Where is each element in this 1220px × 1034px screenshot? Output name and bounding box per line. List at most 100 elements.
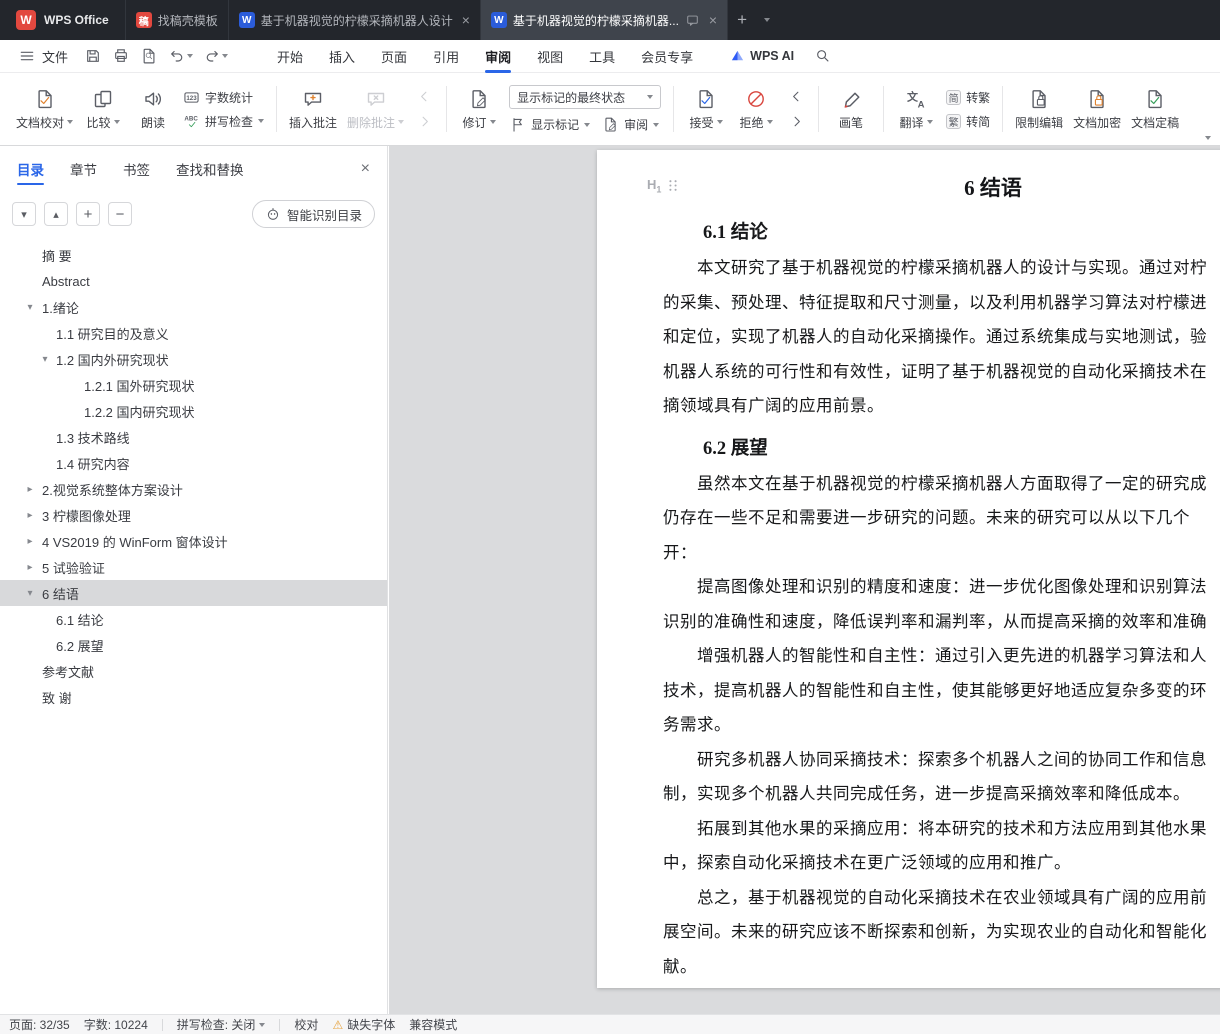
word-count-button[interactable]: 123 字数统计 (183, 89, 264, 106)
translate-button[interactable]: 文A 翻译 (891, 78, 941, 140)
toc-collapse-button[interactable]: − (108, 202, 132, 226)
review-pane-button[interactable]: 审阅 (602, 116, 660, 133)
next-comment-button[interactable] (414, 113, 434, 131)
chat-icon[interactable] (685, 13, 700, 28)
missing-font-warning[interactable]: ⚠ 缺失字体 (332, 1016, 395, 1033)
print-button[interactable] (108, 44, 134, 68)
restrict-editing-button[interactable]: 限制编辑 (1010, 78, 1068, 140)
toc-item-selected[interactable]: ▾ 6 结语 (0, 580, 387, 606)
document-body[interactable]: 6.1 结论 本文研究了基于机器视觉的柠檬采摘机器人的设计与实现。通过对柠 的采… (663, 208, 1220, 984)
tab-document-2-active[interactable]: W 基于机器视觉的柠檬采摘机器... × (479, 0, 728, 40)
word-count-status[interactable]: 字数: 10224 (84, 1016, 148, 1033)
toc-item[interactable]: ▸ 3 柠檬图像处理 (0, 502, 387, 528)
compare-button[interactable]: 比较 (78, 78, 128, 140)
previous-change-button[interactable] (786, 88, 806, 106)
tab-chapters[interactable]: 章节 (70, 146, 97, 192)
print-preview-button[interactable] (136, 44, 162, 68)
divider (161, 1018, 163, 1031)
wps-ai-logo-icon (732, 50, 744, 60)
tab-template-doc[interactable]: 稿 找稿壳模板 (124, 0, 228, 40)
tab-reference[interactable]: 引用 (420, 40, 472, 73)
tab-find-replace[interactable]: 查找和替换 (176, 146, 244, 192)
tab-tools[interactable]: 工具 (576, 40, 628, 73)
tab-document-1[interactable]: W 基于机器视觉的柠檬采摘机器人设计 × (227, 0, 480, 40)
wps-home-tab[interactable]: W WPS Office (0, 0, 125, 40)
proofread-button[interactable]: 校对 (294, 1016, 318, 1033)
page-indicator[interactable]: 页面: 32/35 (9, 1016, 70, 1033)
spellcheck-status[interactable]: 拼写检查: 关闭 (177, 1016, 266, 1033)
close-icon[interactable]: × (462, 13, 470, 27)
chevron-down-icon[interactable]: ▾ (38, 354, 52, 365)
toc-next-heading-button[interactable]: ▾ (12, 202, 36, 226)
to-simplified-button[interactable]: 繁 转简 (946, 113, 990, 130)
toc-item[interactable]: 6.1 结论 (0, 606, 387, 632)
show-markup-button[interactable]: 显示标记 (509, 116, 591, 133)
toc-item[interactable]: 摘 要 (0, 242, 387, 268)
toc-item[interactable]: ▾ 1.绪论 (0, 294, 387, 320)
tab-toc[interactable]: 目录 (17, 146, 44, 192)
to-traditional-button[interactable]: 简 转繁 (946, 89, 990, 106)
toc-expand-button[interactable]: + (76, 202, 100, 226)
ink-brush-button[interactable]: 画笔 (826, 78, 876, 140)
chevron-right-icon[interactable]: ▸ (23, 484, 37, 495)
new-tab-button[interactable]: + (727, 0, 756, 40)
toc-item[interactable]: ▾ 1.2 国内外研究现状 (0, 346, 387, 372)
toc-item[interactable]: Abstract (0, 268, 387, 294)
save-button[interactable] (80, 44, 106, 68)
tab-bookmarks[interactable]: 书签 (123, 146, 150, 192)
redo-button[interactable] (199, 44, 232, 68)
finalize-document-button[interactable]: 文档定稿 (1126, 78, 1184, 140)
toc-item[interactable]: ▸ 5 试验验证 (0, 554, 387, 580)
toc-item[interactable]: 6.2 展望 (0, 632, 387, 658)
markup-state-select[interactable]: 显示标记的最终状态 (509, 85, 662, 109)
wps-window: W WPS Office 稿 找稿壳模板 W 基于机器视觉的柠檬采摘机器人设计 … (0, 0, 1220, 1034)
spell-check-button[interactable]: ABC 拼写检查 (183, 113, 265, 130)
insert-comment-button[interactable]: 插入批注 (284, 78, 342, 140)
accept-change-button[interactable]: 接受 (681, 78, 731, 140)
chevron-right-icon[interactable]: ▸ (23, 536, 37, 547)
chevron-right-icon[interactable]: ▸ (23, 562, 37, 573)
finalize-icon (1148, 89, 1162, 108)
tab-home[interactable]: 开始 (264, 40, 316, 73)
divider (279, 1018, 281, 1031)
previous-comment-button[interactable] (414, 88, 434, 106)
chevron-down-icon[interactable]: ▾ (23, 302, 37, 313)
close-icon[interactable]: × (709, 13, 717, 27)
file-menu-button[interactable]: 文件 (10, 47, 76, 66)
toc-item[interactable]: 1.3 技术路线 (0, 424, 387, 450)
wps-ai-button[interactable]: WPS AI (730, 49, 794, 64)
tab-review[interactable]: 审阅 (472, 40, 524, 73)
tab-member[interactable]: 会员专享 (628, 40, 706, 73)
compat-mode-badge[interactable]: 兼容模式 (409, 1016, 457, 1033)
chevron-right-icon[interactable]: ▸ (23, 510, 37, 521)
accept-icon (699, 89, 713, 108)
read-aloud-button[interactable]: 朗读 (128, 78, 178, 140)
toc-item[interactable]: 1.4 研究内容 (0, 450, 387, 476)
search-button[interactable] (810, 44, 836, 68)
tab-list-dropdown[interactable] (756, 0, 778, 40)
tab-view[interactable]: 视图 (524, 40, 576, 73)
toc-item[interactable]: 1.1 研究目的及意义 (0, 320, 387, 346)
close-icon[interactable]: × (361, 160, 370, 178)
traditional-char-icon: 繁 (946, 113, 962, 129)
toc-item[interactable]: 1.2.1 国外研究现状 (0, 372, 387, 398)
track-changes-button[interactable]: 修订 (454, 78, 504, 140)
toc-item[interactable]: 1.2.2 国内研究现状 (0, 398, 387, 424)
toc-item[interactable]: 参考文献 (0, 658, 387, 684)
smart-toc-button[interactable]: 智能识别目录 (251, 200, 375, 228)
next-change-button[interactable] (786, 113, 806, 131)
doc-proofing-button[interactable]: 文档校对 (11, 78, 78, 140)
toc-item[interactable]: ▸ 4 VS2019 的 WinForm 窗体设计 (0, 528, 387, 554)
delete-comment-button[interactable]: 删除批注 (342, 78, 409, 140)
tab-insert[interactable]: 插入 (316, 40, 368, 73)
encrypt-document-button[interactable]: 文档加密 (1068, 78, 1126, 140)
toc-previous-heading-button[interactable]: ▴ (44, 202, 68, 226)
undo-button[interactable] (164, 44, 197, 68)
chevron-down-icon[interactable]: ▾ (23, 588, 37, 599)
document-page[interactable]: H1 6 结语 6.1 结论 本文研究了基于机器视觉的柠檬采摘机器人的设计与实现… (597, 150, 1220, 988)
toc-item[interactable]: ▸ 2.视觉系统整体方案设计 (0, 476, 387, 502)
tab-page[interactable]: 页面 (368, 40, 420, 73)
ribbon-collapse-icon[interactable] (1205, 136, 1211, 140)
reject-change-button[interactable]: 拒绝 (731, 78, 781, 140)
toc-item[interactable]: 致 谢 (0, 684, 387, 710)
